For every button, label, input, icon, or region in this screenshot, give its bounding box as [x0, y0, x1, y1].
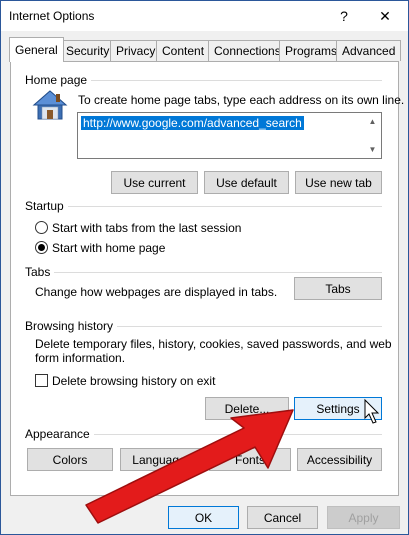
- colors-button-label: Colors: [52, 452, 88, 467]
- fonts-button-label: Fonts: [234, 452, 265, 467]
- use-default-button[interactable]: Use default: [204, 171, 289, 194]
- delete-button[interactable]: Delete...: [205, 397, 289, 420]
- fonts-button[interactable]: Fonts: [209, 448, 291, 471]
- tab-general[interactable]: General: [9, 37, 64, 62]
- appearance-group-label: Appearance: [25, 427, 94, 441]
- internet-options-dialog: Internet Options ? ✕ General Security Pr…: [0, 0, 409, 535]
- accessibility-button-label: Accessibility: [306, 452, 373, 467]
- tab-privacy[interactable]: Privacy: [110, 40, 162, 61]
- use-new-tab-button[interactable]: Use new tab: [295, 171, 382, 194]
- ok-button-label: OK: [194, 510, 213, 525]
- home-page-group-label: Home page: [25, 73, 92, 87]
- delete-on-exit-label[interactable]: Delete browsing history on exit: [52, 374, 215, 388]
- startup-last-session-radio[interactable]: [35, 221, 48, 234]
- home-page-url-textarea[interactable]: http://www.google.com/advanced_search ▲ …: [77, 112, 382, 159]
- tab-security[interactable]: Security: [60, 40, 116, 61]
- home-page-description: To create home page tabs, type each addr…: [78, 93, 405, 107]
- languages-button[interactable]: Languages: [120, 448, 204, 471]
- tabs-description: Change how webpages are displayed in tab…: [35, 285, 278, 299]
- scroll-down-icon[interactable]: ▼: [365, 142, 380, 157]
- home-page-url-text: http://www.google.com/advanced_search: [81, 116, 304, 130]
- colors-button[interactable]: Colors: [27, 448, 113, 471]
- title-bar: Internet Options ? ✕: [1, 1, 408, 31]
- use-new-tab-label: Use new tab: [305, 175, 372, 190]
- browsing-history-description-line1: Delete temporary files, history, cookies…: [35, 337, 392, 351]
- apply-button[interactable]: Apply: [327, 506, 400, 529]
- browsing-history-description-line2: form information.: [35, 351, 126, 365]
- delete-on-exit-checkbox[interactable]: [35, 374, 48, 387]
- languages-button-label: Languages: [132, 452, 192, 467]
- startup-group-label: Startup: [25, 199, 68, 213]
- use-current-label: Use current: [123, 175, 186, 190]
- close-button[interactable]: ✕: [367, 1, 403, 31]
- tab-programs[interactable]: Programs: [279, 40, 344, 61]
- settings-button-label: Settings: [316, 401, 360, 416]
- tabs-divider: [25, 272, 382, 273]
- scroll-up-icon[interactable]: ▲: [365, 114, 380, 129]
- tab-content[interactable]: Content: [156, 40, 211, 61]
- apply-button-label: Apply: [348, 510, 379, 525]
- delete-button-label: Delete...: [224, 401, 270, 416]
- browsing-history-group-label: Browsing history: [25, 319, 118, 333]
- startup-last-session-label[interactable]: Start with tabs from the last session: [52, 221, 241, 235]
- home-icon: [32, 89, 68, 124]
- accessibility-button[interactable]: Accessibility: [297, 448, 382, 471]
- tab-advanced[interactable]: Advanced: [336, 40, 402, 61]
- settings-button[interactable]: Settings: [294, 397, 382, 420]
- ok-button[interactable]: OK: [168, 506, 239, 529]
- use-current-button[interactable]: Use current: [111, 171, 198, 194]
- cancel-button-label: Cancel: [263, 510, 302, 525]
- tab-connections[interactable]: Connections: [208, 40, 287, 61]
- tabs-group-label: Tabs: [25, 265, 55, 279]
- help-button[interactable]: ?: [326, 1, 362, 31]
- use-default-label: Use default: [216, 175, 277, 190]
- startup-divider: [25, 206, 382, 207]
- startup-home-page-label[interactable]: Start with home page: [52, 241, 165, 255]
- window-title: Internet Options: [9, 9, 95, 23]
- startup-home-page-radio[interactable]: [35, 241, 48, 254]
- cancel-button[interactable]: Cancel: [247, 506, 318, 529]
- tabs-button[interactable]: Tabs: [294, 277, 382, 300]
- tabs-button-label: Tabs: [325, 281, 351, 296]
